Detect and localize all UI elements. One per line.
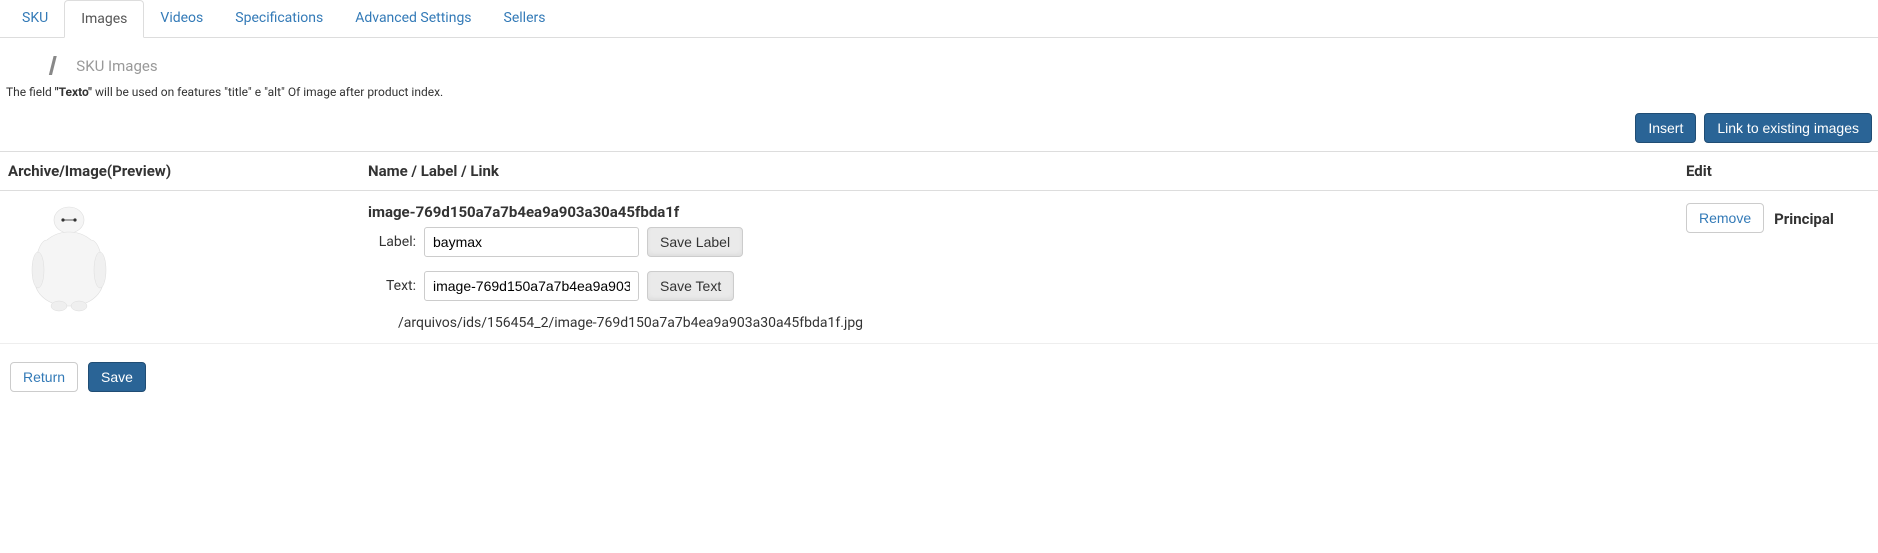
tab-images[interactable]: Images <box>64 0 144 38</box>
return-button[interactable]: Return <box>10 362 78 392</box>
remove-button[interactable]: Remove <box>1686 203 1764 233</box>
file-path: /arquivos/ids/156454_2/image-769d150a7a7… <box>368 315 1670 331</box>
images-table: Archive/Image(Preview) Name / Label / Li… <box>0 151 1878 344</box>
footer-buttons: Return Save <box>0 344 1878 410</box>
table-row: image-769d150a7a7b4ea9a903a30a45fbda1f L… <box>0 191 1878 344</box>
hint-prefix: The field <box>6 85 55 99</box>
toolbar: Insert Link to existing images <box>0 113 1878 151</box>
tab-specifications[interactable]: Specifications <box>219 0 339 37</box>
col-archive: Archive/Image(Preview) <box>0 152 360 191</box>
preview-thumbnail <box>24 204 114 312</box>
image-icon: ▎ <box>50 56 62 75</box>
image-preview <box>14 203 124 313</box>
tab-advanced-settings[interactable]: Advanced Settings <box>339 0 487 37</box>
save-label-button[interactable]: Save Label <box>647 227 743 257</box>
hint-suffix: will be used on features "title" e "alt"… <box>92 85 443 99</box>
tabs-bar: SKU Images Videos Specifications Advance… <box>0 0 1878 38</box>
hint-bold: "Texto" <box>55 85 92 99</box>
tab-sku[interactable]: SKU <box>6 0 64 37</box>
label-input[interactable] <box>424 227 639 257</box>
hint-text: The field "Texto" will be used on featur… <box>0 83 1878 113</box>
breadcrumb-text: SKU Images <box>76 57 157 75</box>
tab-sellers[interactable]: Sellers <box>488 0 562 37</box>
col-edit: Edit <box>1678 152 1878 191</box>
insert-button[interactable]: Insert <box>1635 113 1696 143</box>
link-existing-button[interactable]: Link to existing images <box>1704 113 1872 143</box>
breadcrumb: ▎ SKU Images <box>0 38 1878 83</box>
save-text-button[interactable]: Save Text <box>647 271 734 301</box>
save-button[interactable]: Save <box>88 362 146 392</box>
tab-videos[interactable]: Videos <box>144 0 219 37</box>
label-caption: Label: <box>368 234 416 250</box>
principal-label: Principal <box>1774 210 1834 228</box>
col-namelink: Name / Label / Link <box>360 152 1678 191</box>
text-input[interactable] <box>424 271 639 301</box>
text-caption: Text: <box>368 278 416 294</box>
image-name: image-769d150a7a7b4ea9a903a30a45fbda1f <box>368 203 1670 221</box>
